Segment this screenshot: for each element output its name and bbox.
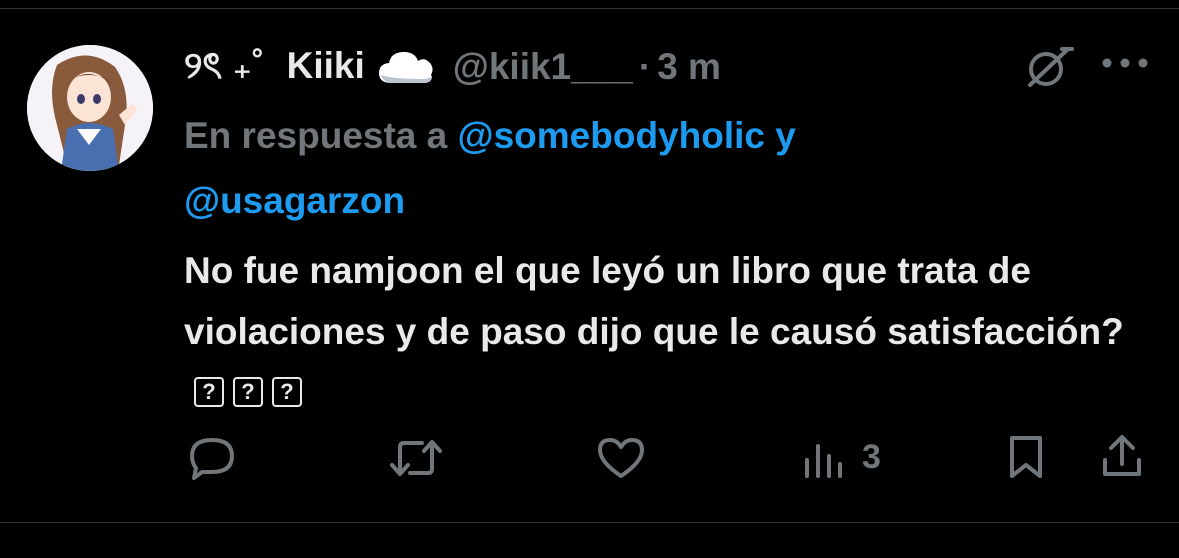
bookmark-icon[interactable] bbox=[1006, 434, 1046, 480]
display-name-prefix: ୨ৎ ₊˚ bbox=[184, 44, 265, 86]
missing-glyph-box: ? bbox=[272, 377, 302, 408]
reply-mention-usagarzon[interactable]: @usagarzon bbox=[184, 180, 405, 221]
unrendered-emoji-group: ? ? ? bbox=[194, 377, 302, 408]
top-divider bbox=[0, 8, 1179, 9]
display-name-text: Kiiki bbox=[286, 44, 365, 86]
reply-conjunction: y bbox=[764, 115, 796, 156]
repost-icon[interactable] bbox=[388, 437, 444, 479]
missing-glyph-box: ? bbox=[194, 377, 224, 408]
share-icon[interactable] bbox=[1100, 434, 1144, 480]
reply-prefix: En respuesta a bbox=[184, 115, 458, 156]
grok-icon[interactable] bbox=[1024, 45, 1076, 89]
tweet-body: No fue namjoon el que leyó un libro que … bbox=[184, 250, 1124, 352]
views-count: 3 bbox=[862, 438, 881, 476]
user-handle[interactable]: @kiik1___ bbox=[453, 46, 633, 88]
reply-mention-somebodyholic[interactable]: @somebodyholic bbox=[458, 115, 765, 156]
bottom-divider bbox=[0, 522, 1179, 523]
timestamp[interactable]: 3 m bbox=[657, 46, 721, 88]
cloud-icon bbox=[378, 52, 433, 83]
missing-glyph-box: ? bbox=[233, 377, 263, 408]
reply-icon[interactable] bbox=[188, 436, 236, 480]
views-icon[interactable] bbox=[802, 438, 846, 478]
reply-context: En respuesta a @somebodyholic y @usagarz… bbox=[184, 103, 1084, 233]
avatar-image bbox=[27, 45, 153, 171]
tweet-header: ୨ৎ ₊˚ Kiiki @kiik1___ · 3 m bbox=[184, 40, 721, 94]
separator-dot: · bbox=[638, 46, 652, 87]
display-name[interactable]: ୨ৎ ₊˚ Kiiki bbox=[184, 36, 365, 99]
avatar[interactable] bbox=[27, 45, 153, 171]
more-options-icon[interactable] bbox=[1100, 56, 1150, 70]
heart-icon[interactable] bbox=[596, 436, 646, 480]
tweet-text: No fue namjoon el que leyó un libro que … bbox=[184, 240, 1159, 423]
